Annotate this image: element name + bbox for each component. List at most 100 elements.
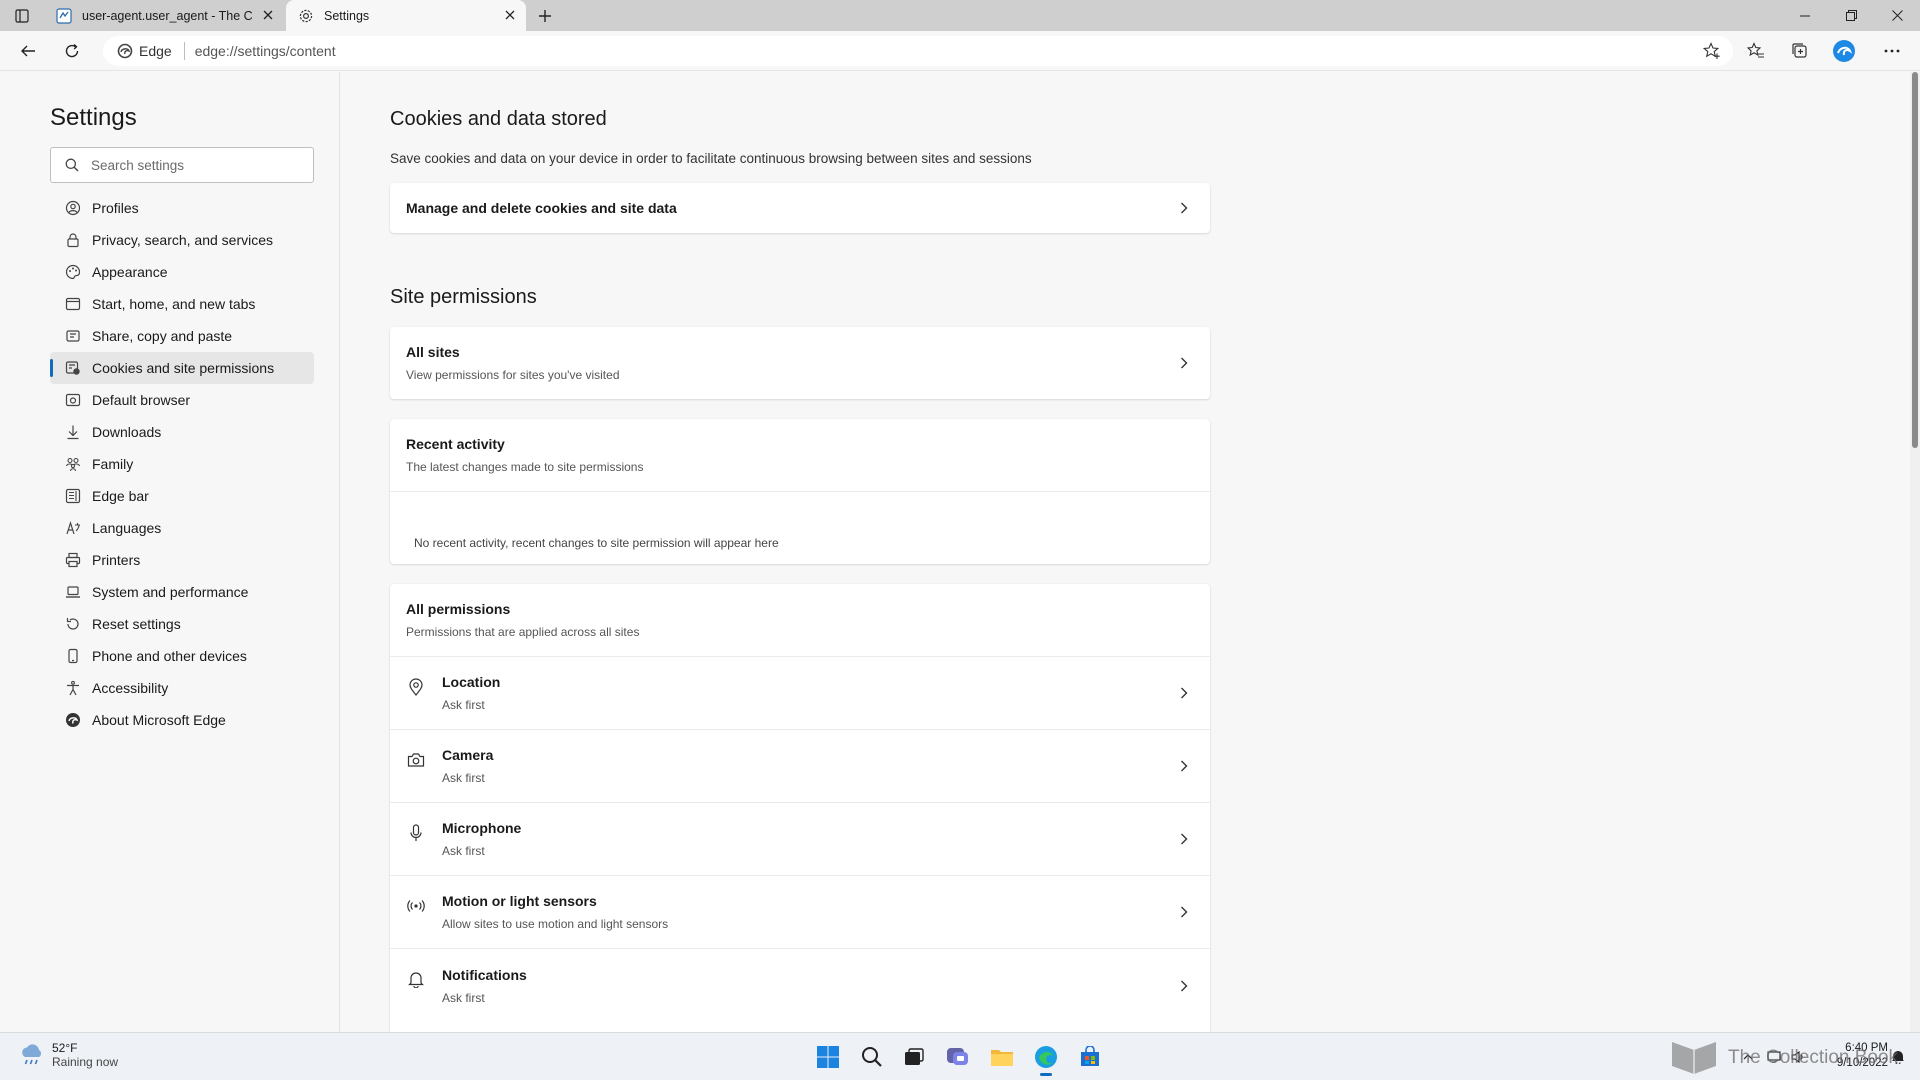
sidebar-item-default-browser[interactable]: Default browser (50, 384, 314, 416)
chat-app-icon[interactable] (942, 1041, 974, 1073)
address-bar[interactable]: Edge edge://settings/content (103, 36, 1733, 66)
permission-microphone[interactable]: Microphone Ask first (390, 803, 1210, 876)
home-window-icon (64, 295, 82, 313)
recent-activity-header: Recent activity The latest changes made … (390, 419, 1210, 492)
accessibility-icon (64, 679, 82, 697)
chevron-right-icon (1176, 685, 1192, 701)
sidebar-item-share[interactable]: Share, copy and paste (50, 320, 314, 352)
printer-icon (64, 551, 82, 569)
new-tab-button[interactable] (533, 4, 557, 28)
edge-app-icon[interactable] (1030, 1041, 1062, 1076)
all-sites-row[interactable]: All sites View permissions for sites you… (390, 327, 1210, 399)
sidebar-item-reset[interactable]: Reset settings (50, 608, 314, 640)
permission-title: Microphone (442, 820, 522, 836)
back-button[interactable] (12, 37, 44, 65)
profile-avatar[interactable] (1828, 37, 1860, 65)
search-settings-input[interactable]: Search settings (50, 147, 314, 183)
lock-icon (64, 231, 82, 249)
recent-activity-empty-message: No recent activity, recent changes to si… (414, 536, 779, 550)
close-window-button[interactable] (1874, 0, 1920, 31)
refresh-button[interactable] (56, 37, 88, 65)
restore-button[interactable] (1828, 0, 1874, 31)
sidebar-item-label: Accessibility (92, 680, 169, 696)
address-divider (183, 42, 185, 60)
sidebar-item-about[interactable]: About Microsoft Edge (50, 704, 314, 736)
site-identity[interactable]: Edge (103, 43, 172, 59)
close-icon[interactable] (502, 7, 518, 23)
cookies-section-title: Cookies and data stored (390, 108, 607, 130)
sidebar-item-label: Cookies and site permissions (92, 360, 275, 376)
share-icon (64, 327, 82, 345)
permission-status: Ask first (442, 771, 485, 785)
all-permissions-header: All permissions Permissions that are app… (390, 584, 1210, 657)
sidebar-item-label: Family (92, 456, 134, 472)
manage-cookies-label: Manage and delete cookies and site data (406, 200, 677, 216)
start-button[interactable] (812, 1041, 844, 1073)
tab-user-agent[interactable]: user-agent.user_agent - The Colt (44, 0, 284, 31)
permission-motion-sensors[interactable]: Motion or light sensors Allow sites to u… (390, 876, 1210, 949)
sidebar-item-downloads[interactable]: Downloads (50, 416, 314, 448)
laptop-icon (64, 583, 82, 601)
all-permissions-subtitle: Permissions that are applied across all … (406, 625, 640, 639)
permission-title: Camera (442, 747, 494, 763)
recent-activity-empty: No recent activity, recent changes to si… (390, 492, 1210, 564)
task-view-button[interactable] (898, 1041, 930, 1073)
close-icon[interactable] (260, 7, 276, 23)
microphone-icon (406, 823, 426, 843)
sidebar-item-label: System and performance (92, 584, 249, 600)
search-placeholder: Search settings (91, 157, 185, 173)
content-scrollbar[interactable] (1910, 72, 1920, 1032)
profile-icon (64, 199, 82, 217)
manage-cookies-row[interactable]: Manage and delete cookies and site data (390, 183, 1210, 233)
add-favorite-icon[interactable] (1703, 42, 1721, 60)
palette-icon (64, 263, 82, 281)
family-icon (64, 455, 82, 473)
sidebar-item-profiles[interactable]: Profiles (50, 192, 314, 224)
phone-icon (64, 647, 82, 665)
sidebar-item-appearance[interactable]: Appearance (50, 256, 314, 288)
sidebar-item-languages[interactable]: Languages (50, 512, 314, 544)
all-sites-subtitle: View permissions for sites you've visite… (406, 368, 620, 382)
more-options-icon[interactable] (1876, 37, 1908, 65)
all-sites-title: All sites (406, 344, 460, 360)
sidebar-item-label: Default browser (92, 392, 191, 408)
permission-notifications[interactable]: Notifications Ask first (390, 949, 1210, 1022)
sidebar-item-cookies[interactable]: Cookies and site permissions (50, 352, 314, 384)
tab-actions-icon[interactable] (10, 4, 34, 28)
permission-location[interactable]: Location Ask first (390, 657, 1210, 730)
sidebar-item-printers[interactable]: Printers (50, 544, 314, 576)
scrollbar-thumb[interactable] (1912, 72, 1918, 448)
collections-button[interactable] (1784, 37, 1816, 65)
search-button[interactable] (856, 1041, 888, 1073)
sidebar-item-system[interactable]: System and performance (50, 576, 314, 608)
manage-cookies-card[interactable]: Manage and delete cookies and site data (390, 183, 1210, 233)
sidebar-item-label: About Microsoft Edge (92, 712, 226, 728)
url-text[interactable]: edge://settings/content (195, 43, 336, 59)
sidebar-item-start-home[interactable]: Start, home, and new tabs (50, 288, 314, 320)
edge-logo-icon (64, 711, 82, 729)
sidebar-item-edge-bar[interactable]: Edge bar (50, 480, 314, 512)
permission-camera[interactable]: Camera Ask first (390, 730, 1210, 803)
tab-settings[interactable]: Settings (286, 0, 526, 31)
sidebar-item-label: Share, copy and paste (92, 328, 233, 344)
all-sites-card[interactable]: All sites View permissions for sites you… (390, 327, 1210, 399)
sidebar-item-accessibility[interactable]: Accessibility (50, 672, 314, 704)
site-permissions-title: Site permissions (390, 286, 537, 308)
weather-widget[interactable]: 52°F Raining now (18, 1041, 118, 1069)
sidebar-item-family[interactable]: Family (50, 448, 314, 480)
recent-activity-subtitle: The latest changes made to site permissi… (406, 460, 644, 474)
favorites-button[interactable] (1740, 37, 1772, 65)
sidebar-item-privacy[interactable]: Privacy, search, and services (50, 224, 314, 256)
settings-content: Cookies and data stored Save cookies and… (341, 72, 1911, 1032)
sidebar-item-label: Printers (92, 552, 141, 568)
recent-activity-title: Recent activity (406, 436, 505, 452)
permission-status: Ask first (442, 990, 485, 1005)
sidebar-item-phone[interactable]: Phone and other devices (50, 640, 314, 672)
store-app-icon[interactable] (1074, 1041, 1106, 1073)
minimize-button[interactable] (1782, 0, 1828, 31)
all-permissions-card: All permissions Permissions that are app… (390, 584, 1210, 1032)
file-explorer-icon[interactable] (986, 1041, 1018, 1073)
tab-label: user-agent.user_agent - The Colt (82, 8, 252, 23)
navigation-toolbar: Edge edge://settings/content (0, 31, 1920, 71)
rain-cloud-icon (18, 1041, 46, 1069)
